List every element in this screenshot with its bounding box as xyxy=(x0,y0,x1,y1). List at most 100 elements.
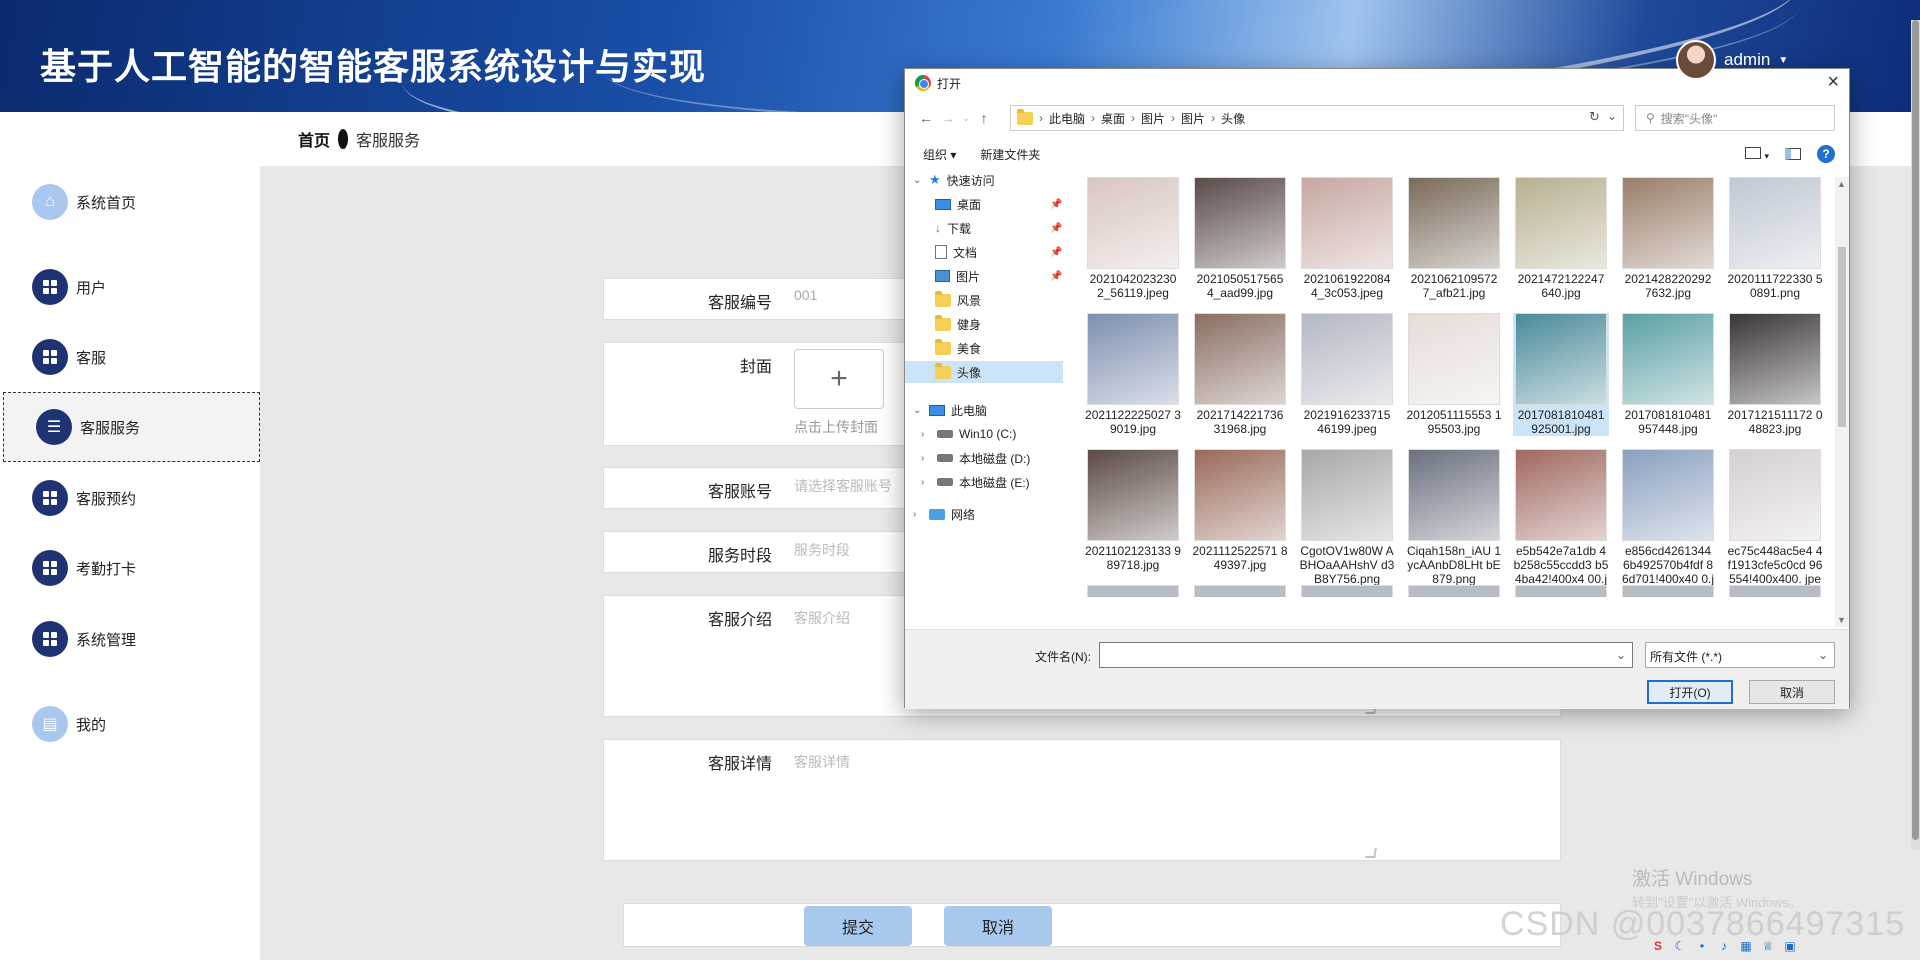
path-segment[interactable]: 此电脑 xyxy=(1049,110,1085,127)
view-options-button[interactable]: ▾ xyxy=(1745,146,1769,162)
cover-upload-button[interactable]: + xyxy=(794,349,884,409)
sidebar-item[interactable]: 客服预约 xyxy=(0,463,260,533)
submit-button[interactable]: 提交 xyxy=(804,906,912,946)
tree-item[interactable]: ↓ 下载 📌 xyxy=(905,217,1063,239)
filename-input[interactable]: ⌄ xyxy=(1099,642,1633,668)
file-item[interactable]: 2021122225027 39019.jpg xyxy=(1085,313,1181,436)
file-item[interactable]: 2017081810481 925001.jpg xyxy=(1513,313,1609,436)
apps-icon[interactable]: ▣ xyxy=(1782,938,1798,954)
file-item[interactable] xyxy=(1513,585,1609,597)
tree-item[interactable]: › 网络 xyxy=(905,503,1063,525)
path-segment[interactable]: 图片 xyxy=(1181,110,1205,127)
expander-icon[interactable]: › xyxy=(921,453,931,464)
file-item[interactable]: ec75c448ac5e4 4f1913cfe5c0cd 96554!400x4… xyxy=(1727,449,1823,597)
file-item[interactable]: CgotOV1w80W ABHOaAAHshV d3B8Y756.png xyxy=(1299,449,1395,586)
back-arrow-icon[interactable]: ← xyxy=(915,110,937,126)
close-icon[interactable]: × xyxy=(1827,71,1839,94)
help-icon[interactable]: ? xyxy=(1817,145,1835,163)
page-scrollbar[interactable] xyxy=(1911,20,1920,850)
tree-item[interactable]: 头像 xyxy=(905,361,1063,383)
file-item[interactable]: 2021050517565 4_aad99.jpg xyxy=(1192,177,1288,300)
cancel-button[interactable]: 取消 xyxy=(944,906,1052,946)
scroll-down-icon[interactable]: ▼ xyxy=(1837,615,1846,625)
expander-icon[interactable]: › xyxy=(913,509,923,520)
sidebar-item[interactable]: 用户 xyxy=(0,252,260,322)
tree-item[interactable]: ⌄ ★ 快速访问 xyxy=(905,169,1063,191)
file-item[interactable]: e5b542e7a1db 4b258c55ccdd3 b54ba42!400x4… xyxy=(1513,449,1609,597)
tree-item[interactable]: 图片 📌 xyxy=(905,265,1063,287)
sidebar-item[interactable]: 系统管理 xyxy=(0,604,260,674)
address-bar[interactable]: › 此电脑 › 桌面 › 图片 › 图片 › 头像 ⌄ xyxy=(1010,105,1624,131)
sidebar-item[interactable]: ▤ 我的 xyxy=(0,689,260,759)
file-item[interactable]: Ciqah158n_iAU 1ycAAnbD8LHt bE879.png xyxy=(1406,449,1502,586)
file-item[interactable]: 2021102123133 989718.jpg xyxy=(1085,449,1181,572)
file-item[interactable]: 2021714221736 31968.jpg xyxy=(1192,313,1288,436)
file-item[interactable]: 2021112522571 849397.jpg xyxy=(1192,449,1288,572)
tree-item[interactable]: › Win10 (C:) xyxy=(905,423,1063,445)
file-item[interactable] xyxy=(1406,585,1502,597)
expander-icon[interactable]: ⌄ xyxy=(913,175,923,186)
file-grid-scrollbar[interactable]: ▲ ▼ xyxy=(1835,177,1849,627)
scroll-up-icon[interactable]: ▲ xyxy=(1837,179,1846,189)
moon-icon[interactable]: ☾ xyxy=(1672,938,1688,954)
dialog-cancel-button[interactable]: 取消 xyxy=(1749,680,1835,704)
ime-icon[interactable]: S xyxy=(1650,938,1666,954)
sidebar-item[interactable]: ☰ 客服服务 xyxy=(3,392,260,462)
period-input[interactable]: 服务时段 xyxy=(794,540,850,560)
search-input[interactable]: ⚲ 搜索"头像" xyxy=(1635,105,1835,131)
file-item[interactable]: 2020111722330 50891.png xyxy=(1727,177,1823,300)
user-menu[interactable]: admin ▼ xyxy=(1676,40,1788,80)
path-segment[interactable]: 头像 xyxy=(1221,110,1245,127)
service-no-input[interactable]: 001 xyxy=(794,287,817,303)
path-segment[interactable]: 图片 xyxy=(1141,110,1165,127)
tree-item[interactable]: › 本地磁盘 (D:) xyxy=(905,447,1063,469)
sidebar-item[interactable]: 客服 xyxy=(0,322,260,392)
up-arrow-icon[interactable]: ↑ xyxy=(973,110,995,126)
file-item[interactable]: 2012051115553 195503.jpg xyxy=(1406,313,1502,436)
file-item[interactable]: e856cd4261344 6b492570b4fdf 86d701!400x4… xyxy=(1620,449,1716,597)
file-item[interactable] xyxy=(1727,585,1823,597)
tree-item[interactable]: › 本地磁盘 (E:) xyxy=(905,471,1063,493)
recent-chevron-icon[interactable]: ⌄ xyxy=(959,113,973,124)
expander-icon[interactable]: ⌄ xyxy=(913,405,923,416)
file-item[interactable] xyxy=(1192,585,1288,597)
resize-handle-icon[interactable] xyxy=(1365,848,1377,858)
dot-icon[interactable]: • xyxy=(1694,938,1710,954)
shirt-icon[interactable]: ♕ xyxy=(1760,938,1776,954)
organize-button[interactable]: 组织 ▾ xyxy=(923,146,956,163)
refresh-icon[interactable]: ↻ xyxy=(1589,109,1600,125)
file-item[interactable]: 2021472122247 640.jpg xyxy=(1513,177,1609,300)
tree-item[interactable]: 桌面 📌 xyxy=(905,193,1063,215)
file-item[interactable]: 2021916233715 46199.jpeg xyxy=(1299,313,1395,436)
new-folder-button[interactable]: 新建文件夹 xyxy=(980,146,1040,163)
open-button[interactable]: 打开(O) xyxy=(1647,680,1733,704)
file-item[interactable]: 2021061922084 4_3c053.jpeg xyxy=(1299,177,1395,300)
tree-item[interactable]: 文档 📌 xyxy=(905,241,1063,263)
path-segment[interactable]: 桌面 xyxy=(1101,110,1125,127)
file-item[interactable]: 2021428220292 7632.jpg xyxy=(1620,177,1716,300)
file-item[interactable] xyxy=(1085,585,1181,597)
account-select[interactable]: 请选择客服账号 xyxy=(794,476,892,496)
tree-item[interactable]: 健身 xyxy=(905,313,1063,335)
file-item[interactable]: 2021042023230 2_56119.jpeg xyxy=(1085,177,1181,300)
chevron-down-icon[interactable]: ⌄ xyxy=(1616,648,1626,662)
expander-icon[interactable]: › xyxy=(921,429,931,440)
expander-icon[interactable]: › xyxy=(921,477,931,488)
sidebar-item[interactable]: ⌂ 系统首页 xyxy=(0,167,260,237)
preview-pane-icon[interactable] xyxy=(1785,148,1801,160)
filetype-select[interactable]: 所有文件 (*.*) ⌄ xyxy=(1645,642,1835,668)
breadcrumb-home[interactable]: 首页 xyxy=(298,127,330,151)
sidebar-item[interactable]: 考勤打卡 xyxy=(0,533,260,603)
forward-arrow-icon[interactable]: → xyxy=(937,110,959,126)
keyboard-icon[interactable]: ▦ xyxy=(1738,938,1754,954)
file-item[interactable]: 2017121511172 048823.jpg xyxy=(1727,313,1823,436)
file-item[interactable]: 2021062109572 7_afb21.jpg xyxy=(1406,177,1502,300)
chevron-down-icon[interactable]: ⌄ xyxy=(1607,109,1617,123)
intro-textarea[interactable]: 客服介绍 xyxy=(794,608,850,628)
file-item[interactable]: 2017081810481 957448.jpg xyxy=(1620,313,1716,436)
file-item[interactable] xyxy=(1620,585,1716,597)
tree-item[interactable]: ⌄ 此电脑 xyxy=(905,399,1063,421)
tree-item[interactable]: 美食 xyxy=(905,337,1063,359)
detail-textarea[interactable]: 客服详情 xyxy=(794,752,850,772)
mic-icon[interactable]: ♪ xyxy=(1716,938,1732,954)
